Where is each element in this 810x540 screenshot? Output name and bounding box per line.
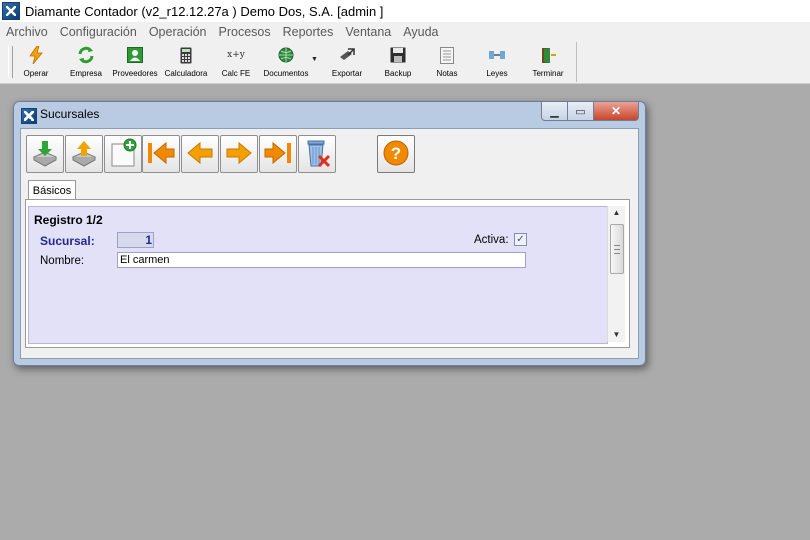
scroll-thumb[interactable]: [610, 224, 624, 274]
scroll-down-icon[interactable]: ▼: [608, 328, 625, 342]
formula-icon: x+y: [227, 50, 245, 60]
export-icon: [338, 46, 356, 64]
scales-icon: [488, 46, 506, 64]
first-record-button[interactable]: [142, 135, 180, 173]
minimize-icon: ▁: [550, 105, 559, 118]
documentos-dropdown-icon[interactable]: ▼: [311, 56, 318, 63]
calculator-icon: [177, 46, 195, 64]
last-arrow-icon: [263, 140, 293, 169]
leyes-button[interactable]: Leyes: [483, 46, 511, 80]
main-toolbar: Operar Empresa Proveedores Calculadora x…: [0, 41, 810, 84]
person-icon: [126, 46, 144, 64]
svg-text:?: ?: [391, 144, 401, 163]
app-titlebar: Diamante Contador (v2_r12.12.27a ) Demo …: [0, 0, 810, 22]
new-record-button[interactable]: [104, 135, 142, 173]
menu-ventana[interactable]: Ventana: [339, 25, 397, 39]
maximize-button[interactable]: ▭: [568, 102, 594, 121]
calc-fe-button[interactable]: x+y Calc FE: [220, 46, 252, 80]
calculadora-button[interactable]: Calculadora: [164, 46, 208, 80]
delete-record-button[interactable]: [298, 135, 336, 173]
sucursal-label: Sucursal:: [40, 234, 95, 248]
lightning-icon: [27, 46, 45, 64]
record-counter: Registro 1/2: [34, 213, 103, 227]
menu-procesos[interactable]: Procesos: [213, 25, 277, 39]
window-body: ? Básicos Registro 1/2 Sucursal: 1 Activ…: [20, 128, 639, 359]
menu-bar: Archivo Configuración Operación Procesos…: [0, 22, 810, 42]
scroll-up-icon[interactable]: ▲: [608, 206, 625, 220]
right-arrow-icon: [224, 140, 254, 169]
proveedores-button[interactable]: Proveedores: [111, 46, 159, 80]
minimize-button[interactable]: ▁: [541, 102, 568, 121]
refresh-icon: [77, 46, 95, 64]
next-record-button[interactable]: [220, 135, 258, 173]
close-icon: ✕: [610, 104, 622, 118]
vertical-scrollbar[interactable]: ▲ ▼: [607, 206, 625, 342]
menu-reportes[interactable]: Reportes: [277, 25, 340, 39]
activa-checkbox[interactable]: ✓: [514, 233, 527, 246]
sucursal-field[interactable]: 1: [117, 232, 154, 248]
terminar-button[interactable]: Terminar: [530, 46, 566, 80]
menu-configuracion[interactable]: Configuración: [54, 25, 143, 39]
toolbar-grip[interactable]: [8, 46, 13, 78]
globe-icon: [277, 46, 295, 64]
nombre-label: Nombre:: [40, 255, 85, 267]
help-button[interactable]: ?: [377, 135, 415, 173]
notepad-icon: [438, 46, 456, 64]
exportar-button[interactable]: Exportar: [330, 46, 364, 80]
window-icon: [21, 108, 37, 124]
last-record-button[interactable]: [259, 135, 297, 173]
first-arrow-icon: [146, 140, 176, 169]
app-title: Diamante Contador (v2_r12.12.27a ) Demo …: [25, 3, 384, 19]
backup-button[interactable]: Backup: [383, 46, 413, 80]
empresa-button[interactable]: Empresa: [68, 46, 104, 80]
exit-door-icon: [539, 46, 557, 64]
trash-delete-icon: [302, 138, 332, 171]
menu-operacion[interactable]: Operación: [143, 25, 213, 39]
save-button[interactable]: [26, 135, 64, 173]
window-title: Sucursales: [40, 107, 100, 121]
save-download-icon: [31, 139, 59, 170]
help-icon: ?: [382, 139, 410, 170]
maximize-icon: ▭: [575, 105, 586, 118]
sucursales-window: Sucursales ▁ ▭ ✕ ? Básicos Registro 1/2 …: [13, 101, 646, 366]
tab-basicos[interactable]: Básicos: [28, 180, 76, 201]
notas-button[interactable]: Notas: [432, 46, 462, 80]
activa-label: Activa:: [474, 234, 509, 246]
upload-icon: [70, 139, 98, 170]
upload-button[interactable]: [65, 135, 103, 173]
floppy-disk-icon: [389, 46, 407, 64]
checkmark-icon: ✓: [516, 234, 525, 245]
nombre-field[interactable]: El carmen: [117, 252, 526, 268]
new-document-icon: [108, 138, 138, 171]
app-logo-icon: [2, 2, 20, 20]
menu-archivo[interactable]: Archivo: [0, 25, 54, 39]
documentos-button[interactable]: Documentos: [262, 46, 310, 80]
close-button[interactable]: ✕: [594, 102, 639, 121]
operar-button[interactable]: Operar: [20, 46, 52, 80]
menu-ayuda[interactable]: Ayuda: [397, 25, 444, 39]
previous-record-button[interactable]: [181, 135, 219, 173]
left-arrow-icon: [185, 140, 215, 169]
record-form: Registro 1/2 Sucursal: 1 Activa: ✓ Nombr…: [28, 206, 608, 344]
